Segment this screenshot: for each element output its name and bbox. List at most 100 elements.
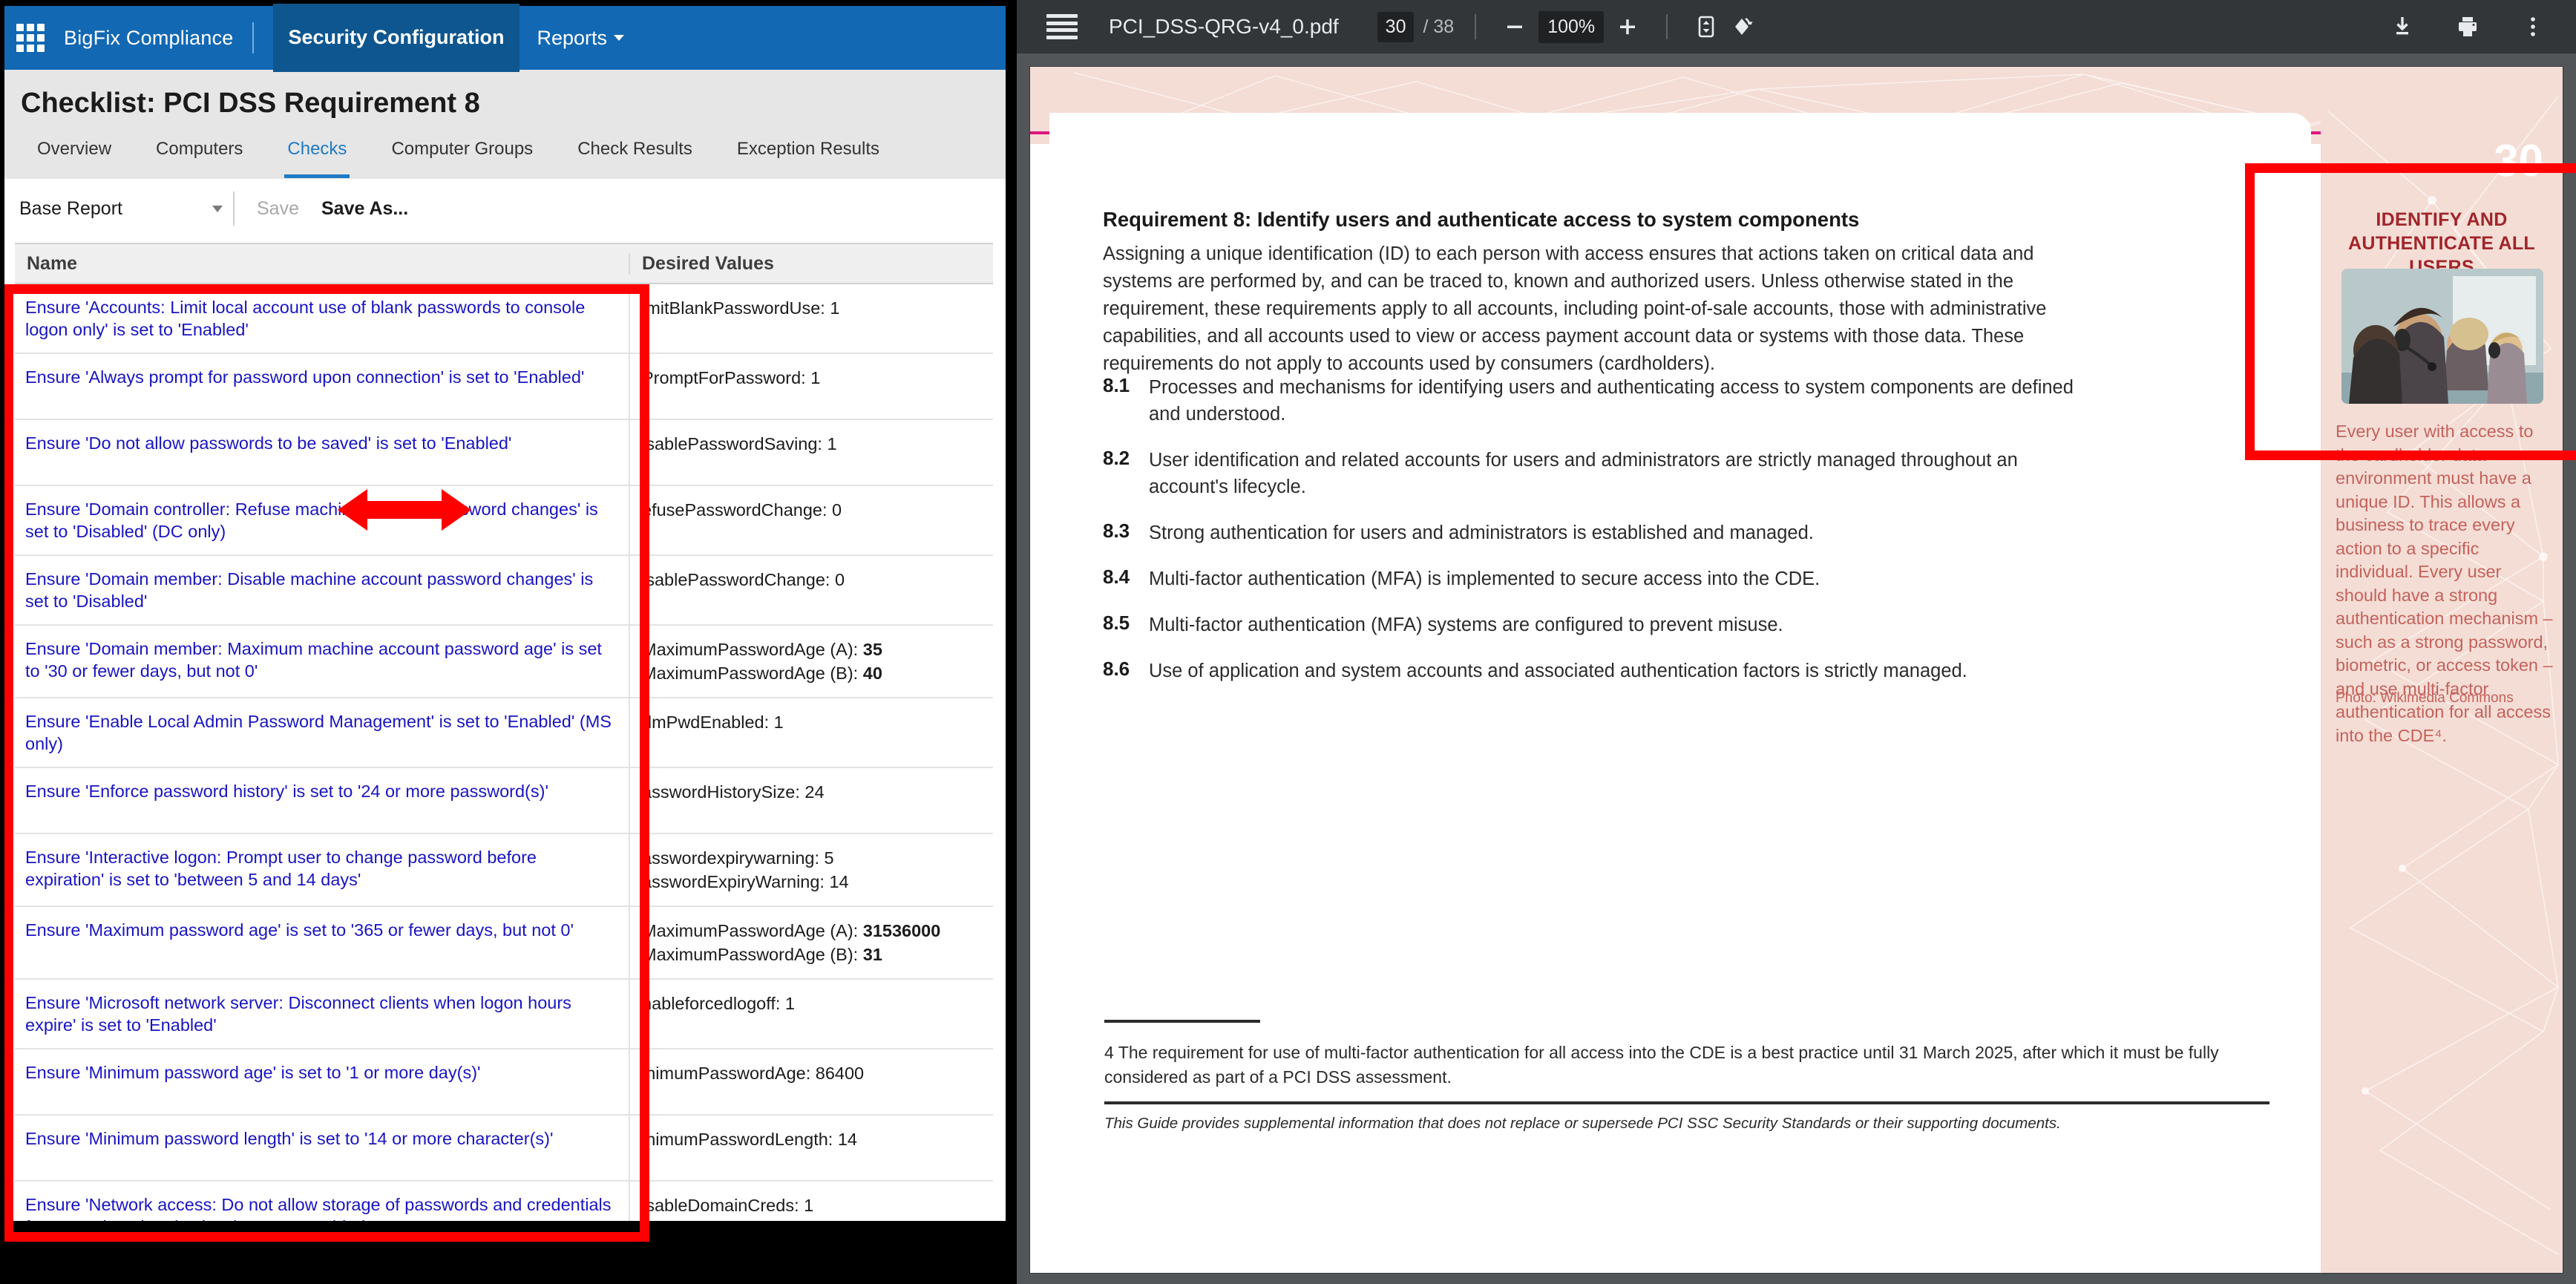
print-icon[interactable] [2450,9,2485,45]
cell-check-name[interactable]: Ensure 'Domain member: Maximum machine a… [15,626,629,697]
zoom-in-icon[interactable] [1610,9,1645,45]
window-frame-left [0,0,4,1284]
navbar-filler [616,6,1006,70]
desired-value-line: asswordHistorySize: 24 [642,782,825,802]
requirement-text: Strong authentication for users and admi… [1149,523,1814,543]
tab-computer-groups[interactable]: Computer Groups [369,138,555,178]
chevron-down-icon [614,35,625,41]
cell-check-name[interactable]: Ensure 'Domain controller: Refuse machin… [15,486,629,554]
cell-check-name[interactable]: Ensure 'Always prompt for password upon … [15,354,629,419]
cell-check-name[interactable]: Ensure 'Do not allow passwords to be sav… [15,420,629,485]
cell-desired-values: asswordexpirywarning: 5 asswordExpiryWarn… [629,834,993,905]
cell-desired-values: imitBlankPasswordUse: 1 [629,284,993,353]
bigfix-compliance-window: BigFix Compliance Security Configuration… [0,0,1006,1272]
table-row[interactable]: Ensure 'Minimum password length' is set … [15,1116,993,1182]
requirement-number: 8.2 [1103,447,1130,469]
cell-desired-values: asswordHistorySize: 24 [629,768,993,833]
pdf-scroll-area[interactable]: 30 IDENTIFY AND AUTHENTICATE ALL USERS E… [1017,53,2576,1284]
desired-value-line: imitBlankPasswordUse: 1 [642,298,840,318]
toolbar-divider [1475,14,1477,39]
page-number-input[interactable]: 30 [1377,11,1415,42]
requirement-number: 8.4 [1103,566,1130,588]
pdf-toolbar-right-group [2385,0,2551,53]
footnote-rule-bottom [1104,1101,2269,1104]
report-toolbar: Base Report Save Save As... [0,179,1006,238]
column-header-desired-values[interactable]: Desired Values [629,252,993,275]
bigfix-top-navbar: BigFix Compliance Security Configuration… [0,4,1006,72]
cell-check-name[interactable]: Ensure 'Microsoft network server: Discon… [15,980,629,1048]
toolbar-divider [1666,14,1668,39]
save-button[interactable]: Save [257,198,299,220]
cell-check-name[interactable]: Ensure 'Enable Local Admin Password Mana… [15,698,629,767]
nav-section-security-configuration[interactable]: Security Configuration [273,4,520,72]
sidebar-photo-credit: Photo: Wikimedia Commons [2336,690,2514,706]
zoom-level-label[interactable]: 100% [1538,10,1605,43]
save-as-button[interactable]: Save As... [321,198,408,220]
requirement-item: 8.5 Multi-factor authentication (MFA) sys… [1103,612,2090,638]
cell-check-name[interactable]: Ensure 'Accounts: Limit local account us… [15,284,629,353]
tab-overview[interactable]: Overview [15,138,134,178]
window-gap [1006,0,1017,1284]
tab-computers[interactable]: Computers [134,138,265,178]
footnote-text: 4 The requirement for use of multi-facto… [1104,1043,2219,1087]
cell-check-name[interactable]: Ensure 'Domain member: Disable machine a… [15,556,629,624]
cell-desired-values: efusePasswordChange: 0 [629,486,993,554]
requirement-text: Processes and mechanisms for identifying… [1149,377,2074,425]
requirement-heading: Requirement 8: Identify users and authen… [1103,208,1860,231]
requirement-text: Multi-factor authentication (MFA) is imp… [1149,569,1820,589]
page-side-column: 30 IDENTIFY AND AUTHENTICATE ALL USERS E… [2321,67,2563,1273]
nav-reports-label: Reports [537,26,608,49]
pdf-toolbar: PCI_DSS-QRG-v4_0.pdf 30 / 38 100% [1017,0,2576,53]
requirement-item: 8.1 Processes and mechanisms for identify… [1103,374,2090,428]
table-row[interactable]: Ensure 'Microsoft network server: Discon… [15,980,993,1049]
rotate-icon[interactable] [1724,9,1760,45]
footnote-rule-top [1104,1020,1260,1023]
window-bottom-edge [0,1221,1006,1272]
report-select[interactable]: Base Report [19,191,235,226]
fit-to-page-icon[interactable] [1688,9,1724,45]
table-row[interactable]: Ensure 'Domain controller: Refuse machin… [15,486,993,556]
cell-check-name[interactable]: Ensure 'Maximum password age' is set to … [15,907,629,978]
table-row[interactable]: Ensure 'Minimum password age' is set to … [15,1049,993,1116]
cell-check-name[interactable]: Ensure 'Minimum password age' is set to … [15,1049,629,1114]
cell-check-name[interactable]: Ensure 'Interactive logon: Prompt user t… [15,834,629,905]
call-center-agents-photo [2341,269,2543,404]
table-row[interactable]: Ensure 'Domain member: Disable machine a… [15,556,993,626]
cell-desired-values: inimumPasswordAge: 86400 [629,1049,993,1114]
brand-label[interactable]: BigFix Compliance [64,27,233,50]
download-icon[interactable] [2385,9,2420,45]
table-header-row: Name Desired Values [15,243,993,284]
desired-value-line: isablePasswordChange: 0 [642,570,845,589]
tab-checks[interactable]: Checks [265,138,369,178]
apps-grid-icon[interactable] [16,24,45,52]
table-row[interactable]: Ensure 'Enable Local Admin Password Mana… [15,698,993,768]
zoom-out-icon[interactable] [1497,9,1533,45]
requirement-item: 8.4 Multi-factor authentication (MFA) is … [1103,566,2090,592]
table-row[interactable]: Ensure 'Always prompt for password upon … [15,354,993,420]
cell-desired-values: isablePasswordSaving: 1 [629,420,993,485]
page-count-label: / 38 [1423,16,1455,37]
cell-desired-values: isablePasswordChange: 0 [629,556,993,624]
hamburger-menu-icon[interactable] [1046,14,1078,39]
tab-check-results[interactable]: Check Results [555,138,715,178]
more-options-icon[interactable] [2515,9,2551,45]
desired-value-line: isableDomainCreds: 1 [642,1196,814,1215]
table-row[interactable]: Ensure 'Accounts: Limit local account us… [15,284,993,354]
table-row[interactable]: Ensure 'Enforce password history' is set… [15,768,993,834]
column-header-name[interactable]: Name [15,253,629,275]
table-row[interactable]: Ensure 'Domain member: Maximum machine a… [15,626,993,698]
table-row[interactable]: Ensure 'Interactive logon: Prompt user t… [15,834,993,907]
requirement-list: 8.1 Processes and mechanisms for identify… [1103,374,2090,704]
cell-check-name[interactable]: Ensure 'Minimum password length' is set … [15,1116,629,1180]
nav-reports-menu[interactable]: Reports [520,27,643,50]
desired-value-line: inimumPasswordAge: 86400 [642,1064,865,1083]
cell-desired-values: PromptForPassword: 1 [629,354,993,419]
photo-illustration [2341,269,2543,404]
table-row[interactable]: Ensure 'Maximum password age' is set to … [15,907,993,980]
tab-exception-results[interactable]: Exception Results [715,138,902,178]
table-row[interactable]: Ensure 'Do not allow passwords to be sav… [15,420,993,486]
desired-value-line: asswordExpiryWarning: 14 [642,872,849,891]
screenshot-root: BigFix Compliance Security Configuration… [0,0,2576,1284]
cell-desired-values: inimumPasswordLength: 14 [629,1116,993,1180]
cell-check-name[interactable]: Ensure 'Enforce password history' is set… [15,768,629,833]
